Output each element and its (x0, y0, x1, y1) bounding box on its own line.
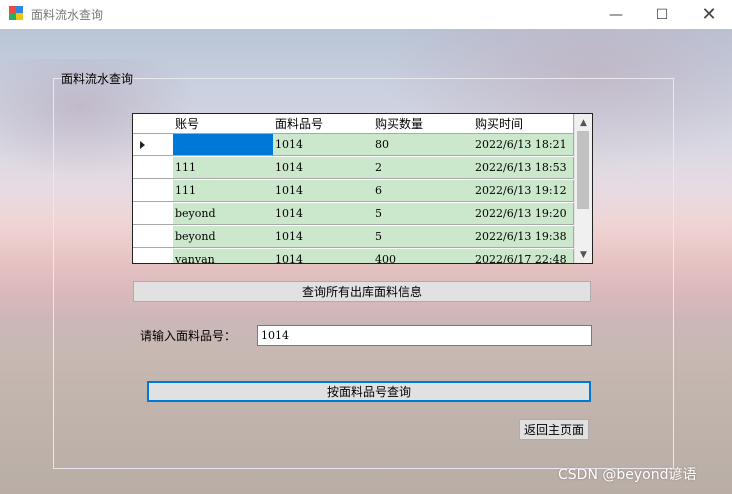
title-bar: 面料流水查询 — ☐ ✕ (0, 0, 732, 29)
close-icon[interactable]: ✕ (686, 0, 732, 29)
table-cell[interactable]: 1014 (273, 180, 374, 202)
fabric-code-input[interactable]: 1014 (257, 325, 592, 346)
table-cell[interactable]: 400 (373, 249, 474, 263)
query-by-code-button[interactable]: 按面料品号查询 (147, 381, 591, 402)
table-cell[interactable]: 1014 (273, 203, 374, 225)
fabric-code-label: 请输入面料品号： (140, 329, 237, 343)
vertical-scrollbar[interactable]: ▲ ▼ (574, 114, 592, 263)
grid-corner-header (133, 114, 174, 134)
form-client: 面料流水查询 账号 面料品号 购买数量 购买时间 1014 80 2022/6/13 18:… (0, 29, 732, 494)
data-grid-body: 账号 面料品号 购买数量 购买时间 1014 80 2022/6/13 18:21 111 10… (133, 114, 574, 263)
table-cell[interactable]: beyond (173, 203, 274, 225)
table-cell[interactable]: 111 (173, 157, 274, 179)
table-row[interactable]: beyond 1014 5 2022/6/13 19:38 (133, 226, 574, 249)
column-header[interactable]: 面料品号 (273, 114, 374, 134)
window-title: 面料流水查询 (31, 8, 104, 22)
query-all-button[interactable]: 查询所有出库面料信息 (133, 281, 591, 302)
table-row[interactable]: yanyan 1014 400 2022/6/17 22:48 (133, 249, 574, 263)
table-cell[interactable]: 2022/6/13 19:38 (473, 226, 574, 248)
table-row[interactable]: 111 1014 2 2022/6/13 18:53 (133, 157, 574, 180)
table-cell[interactable]: 111 (173, 180, 274, 202)
table-cell[interactable] (173, 134, 274, 156)
table-cell[interactable]: 6 (373, 180, 474, 202)
back-to-main-button[interactable]: 返回主页面 (519, 419, 589, 440)
maximize-icon[interactable]: ☐ (639, 0, 685, 29)
table-cell[interactable]: 2022/6/13 18:53 (473, 157, 574, 179)
app-window: 面料流水查询 — ☐ ✕ 面料流水查询 账号 面料品号 购买数量 购买时间 1014 80… (0, 0, 732, 494)
table-cell[interactable]: 2 (373, 157, 474, 179)
app-icon (9, 6, 23, 20)
table-cell[interactable]: 2022/6/13 19:20 (473, 203, 574, 225)
table-row[interactable]: beyond 1014 5 2022/6/13 19:20 (133, 203, 574, 226)
column-header[interactable]: 购买时间 (473, 114, 574, 134)
table-cell[interactable]: 2022/6/17 22:48 (473, 249, 574, 263)
row-header[interactable] (133, 249, 174, 263)
data-grid[interactable]: 账号 面料品号 购买数量 购买时间 1014 80 2022/6/13 18:21 111 10… (132, 113, 593, 264)
row-header[interactable] (133, 203, 174, 225)
row-header[interactable] (133, 226, 174, 248)
column-header[interactable]: 购买数量 (373, 114, 474, 134)
minimize-icon[interactable]: — (593, 0, 639, 29)
table-cell[interactable]: 1014 (273, 249, 374, 263)
row-header[interactable] (133, 134, 174, 156)
table-cell[interactable]: 2022/6/13 18:21 (473, 134, 574, 156)
table-cell[interactable]: 2022/6/13 19:12 (473, 180, 574, 202)
table-cell[interactable]: 80 (373, 134, 474, 156)
table-row[interactable]: 111 1014 6 2022/6/13 19:12 (133, 180, 574, 203)
table-cell[interactable]: yanyan (173, 249, 274, 263)
column-header[interactable]: 账号 (173, 114, 274, 134)
row-header[interactable] (133, 180, 174, 202)
group-box-label: 面料流水查询 (61, 72, 134, 86)
table-cell[interactable]: beyond (173, 226, 274, 248)
watermark: CSDN @beyond谚语 (558, 467, 697, 483)
scroll-thumb[interactable] (577, 131, 589, 209)
table-cell[interactable]: 1014 (273, 157, 374, 179)
table-cell[interactable]: 1014 (273, 134, 374, 156)
table-row[interactable]: 1014 80 2022/6/13 18:21 (133, 134, 574, 157)
scroll-up-icon[interactable]: ▲ (575, 114, 592, 131)
table-cell[interactable]: 5 (373, 203, 474, 225)
current-row-arrow-icon (140, 141, 145, 149)
table-cell[interactable]: 1014 (273, 226, 374, 248)
row-header[interactable] (133, 157, 174, 179)
table-cell[interactable]: 5 (373, 226, 474, 248)
scroll-down-icon[interactable]: ▼ (575, 246, 592, 263)
